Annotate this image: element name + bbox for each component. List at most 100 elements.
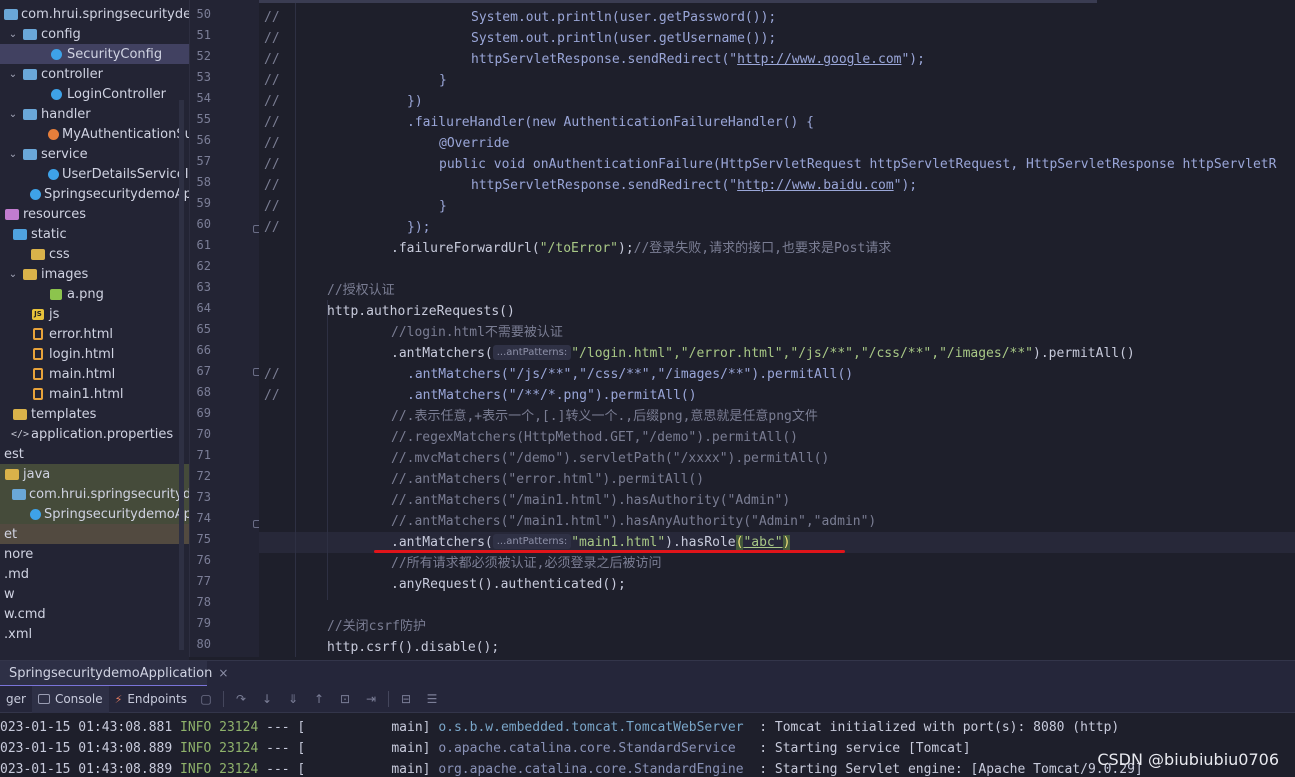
tree-scrollbar[interactable] (179, 100, 184, 650)
tree-item[interactable]: SpringsecuritydemoApp (0, 504, 189, 524)
chevron-down-icon[interactable]: ⌄ (8, 109, 18, 120)
horizontal-scrollbar[interactable] (259, 0, 1097, 3)
code-text: @Override (439, 136, 510, 151)
code-url[interactable]: http://www.baidu.com (737, 178, 894, 193)
run-config-label: SpringsecuritydemoApplication (9, 665, 213, 681)
tree-item[interactable]: main1.html (0, 384, 189, 404)
tree-item[interactable]: css (0, 244, 189, 264)
code-line[interactable]: //.antMatchers("/main1.html").hasAuthori… (391, 490, 790, 511)
tab-console[interactable]: Console (31, 685, 109, 713)
tree-item[interactable]: UserDetailsServiceIn (0, 164, 189, 184)
code-line[interactable]: //login.html不需要被认证 (391, 322, 563, 343)
code-line[interactable]: //授权认证 (327, 280, 395, 301)
tree-item[interactable]: ⌄ controller (0, 64, 189, 84)
code-line[interactable]: .antMatchers("/js/**","/css/**","/images… (407, 364, 853, 385)
log-line[interactable]: 023-01-15 01:43:08.889 INFO 23124 --- [ … (0, 738, 971, 759)
tree-item[interactable]: </> application.properties (0, 424, 189, 444)
code-line[interactable]: .anyRequest().authenticated(); (391, 574, 626, 595)
code-line[interactable]: }) (407, 91, 423, 112)
tree-item[interactable]: et (0, 524, 189, 544)
code-line[interactable]: httpServletResponse.sendRedirect("http:/… (471, 175, 917, 196)
chevron-down-icon[interactable]: ⌄ (8, 149, 18, 160)
tree-item[interactable]: ⌄ handler (0, 104, 189, 124)
tree-item[interactable]: templates (0, 404, 189, 424)
code-line[interactable]: System.out.println(user.getUsername()); (471, 28, 776, 49)
trace-current-stream-icon[interactable]: ☰ (425, 692, 439, 706)
evaluate-expression-icon[interactable]: ⊟ (399, 692, 413, 706)
tree-item[interactable]: JS js (0, 304, 189, 324)
step-over-icon[interactable]: ↷ (234, 692, 248, 706)
tree-item[interactable]: SecurityConfig (0, 44, 189, 64)
code-line[interactable]: } (439, 70, 447, 91)
run-config-tab[interactable]: SpringsecuritydemoApplication × (0, 661, 228, 687)
tree-item[interactable]: java (0, 464, 189, 484)
code-line[interactable]: //.antMatchers("/main1.html").hasAnyAuth… (391, 511, 876, 532)
code-line[interactable]: public void onAuthenticationFailure(Http… (439, 154, 1276, 175)
tree-item[interactable]: w (0, 584, 189, 604)
code-line[interactable]: http.authorizeRequests() (327, 301, 515, 322)
comment-marker: // (264, 115, 280, 130)
code-editor[interactable]: // System.out.println(user.getPassword())… (259, 0, 1295, 657)
code-line[interactable]: //.regexMatchers(HttpMethod.GET,"/demo")… (391, 427, 798, 448)
tree-item[interactable]: com.hrui.springsecuritydemo (0, 4, 189, 24)
tree-item[interactable]: main.html (0, 364, 189, 384)
tree-item[interactable]: nore (0, 544, 189, 564)
step-out-icon[interactable]: ↑ (312, 692, 326, 706)
tree-item-label: js (49, 306, 60, 322)
restore-layout-icon[interactable]: ▢ (199, 692, 213, 706)
code-line[interactable]: //.mvcMatchers("/demo").servletPath("/xx… (391, 448, 829, 469)
log-line[interactable]: 023-01-15 01:43:08.881 INFO 23124 --- [ … (0, 717, 1119, 738)
code-line[interactable]: //.antMatchers("error.html").permitAll() (391, 469, 704, 490)
code-line[interactable]: .failureHandler(new AuthenticationFailur… (407, 112, 814, 133)
code-line[interactable]: System.out.println(user.getPassword()); (471, 7, 776, 28)
code-line[interactable]: //关闭csrf防护 (327, 616, 426, 637)
comment-marker: // (264, 136, 280, 151)
tree-item[interactable]: w.cmd (0, 604, 189, 624)
code-line[interactable]: @Override (439, 133, 509, 154)
drop-frame-icon[interactable]: ⊡ (338, 692, 352, 706)
log-timestamp: 023-01-15 01:43:08.881 (0, 720, 173, 735)
code-line[interactable]: .antMatchers("/**/*.png").permitAll() (407, 385, 697, 406)
code-line[interactable]: httpServletResponse.sendRedirect("http:/… (471, 49, 925, 70)
line-number: 73 (196, 490, 211, 504)
log-separator: --- [ (266, 762, 306, 777)
tree-item[interactable]: SpringsecuritydemoApp (0, 184, 189, 204)
tree-item[interactable]: est (0, 444, 189, 464)
tree-item[interactable]: LoginController (0, 84, 189, 104)
code-line[interactable]: //.表示任意,+表示一个,[.]转义一个.,后缀png,意思就是任意png文件 (391, 406, 818, 427)
chevron-down-icon[interactable]: ⌄ (8, 69, 18, 80)
tree-item[interactable]: ⌄ service (0, 144, 189, 164)
step-into-icon[interactable]: ↓ (260, 692, 274, 706)
close-tab-icon[interactable]: × (218, 666, 228, 680)
run-to-cursor-icon[interactable]: ⇥ (364, 692, 378, 706)
log-separator: --- [ (266, 741, 306, 756)
tree-item[interactable]: com.hrui.springsecuritydem (0, 484, 189, 504)
tree-item[interactable]: .md (0, 564, 189, 584)
code-line[interactable]: .antMatchers(...antPatterns: "/login.html… (391, 343, 1135, 364)
code-url[interactable]: http://www.google.com (737, 52, 901, 67)
line-number-gutter: 50 51 52 53 54 55 56 57 58 59 60 61 62 63 64 65 66 67 68 69… (189, 0, 261, 657)
line-number: 72 (196, 469, 211, 483)
tree-item-label: com.hrui.springsecuritydem (29, 486, 189, 502)
force-step-into-icon[interactable]: ⇓ (286, 692, 300, 706)
tree-item[interactable]: ⌄ config (0, 24, 189, 44)
tree-item[interactable]: resources (0, 204, 189, 224)
chevron-down-icon[interactable]: ⌄ (8, 269, 18, 280)
tab-endpoints[interactable]: ⚡ Endpoints (109, 686, 193, 713)
tree-item[interactable]: static (0, 224, 189, 244)
code-line[interactable]: //所有请求都必须被认证,必须登录之后被访问 (391, 553, 661, 574)
tree-item[interactable]: ⌄ images (0, 264, 189, 284)
tree-item[interactable]: MyAuthenticationSuc (0, 124, 189, 144)
tree-item[interactable]: a.png (0, 284, 189, 304)
chevron-down-icon[interactable]: ⌄ (8, 29, 18, 40)
code-line[interactable]: } (439, 196, 447, 217)
log-line[interactable]: 023-01-15 01:43:08.889 INFO 23124 --- [ … (0, 759, 1143, 777)
line-number: 67 (196, 364, 211, 378)
tree-item[interactable]: error.html (0, 324, 189, 344)
tree-item[interactable]: login.html (0, 344, 189, 364)
code-line[interactable]: http.csrf().disable(); (327, 637, 499, 657)
tree-item[interactable]: .xml (0, 624, 189, 644)
code-line[interactable]: }); (407, 217, 430, 238)
code-line[interactable]: .failureForwardUrl("/toError");//登录失败,请求… (391, 238, 891, 259)
tab-debugger[interactable]: ger (0, 686, 32, 713)
